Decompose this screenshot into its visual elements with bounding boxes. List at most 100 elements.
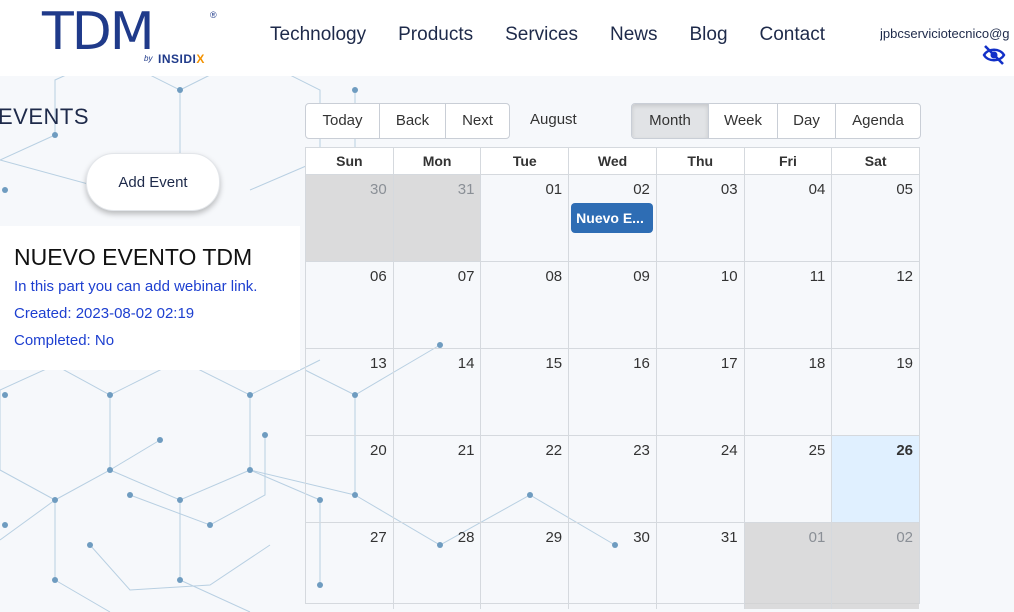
calendar-day-cell[interactable]: 18 — [745, 349, 833, 435]
calendar-day-cell[interactable]: 15 — [481, 349, 570, 435]
day-number[interactable]: 18 — [809, 355, 826, 372]
calendar-day-cell[interactable]: 06 — [306, 262, 394, 348]
user-email[interactable]: jpbcserviciotecnico@g — [880, 26, 1014, 41]
day-number[interactable]: 23 — [633, 442, 650, 459]
day-number[interactable]: 16 — [633, 355, 650, 372]
view-button-group: Month Week Day Agenda — [631, 103, 921, 139]
day-number[interactable]: 29 — [545, 529, 562, 546]
day-number[interactable]: 07 — [458, 268, 475, 285]
tdm-logo[interactable]: TDM ® by INSIDIX — [42, 2, 222, 70]
week-view-button[interactable]: Week — [709, 104, 778, 138]
day-number[interactable]: 27 — [370, 529, 387, 546]
logo-wordmark: TDM — [42, 2, 155, 62]
day-number[interactable]: 09 — [633, 268, 650, 285]
day-view-button[interactable]: Day — [778, 104, 836, 138]
calendar-day-cell[interactable]: 10 — [657, 262, 745, 348]
day-number[interactable]: 04 — [809, 181, 826, 198]
calendar-event[interactable]: Nuevo E... — [571, 203, 654, 233]
calendar-day-cell[interactable]: 20 — [306, 436, 394, 522]
day-number[interactable]: 30 — [370, 181, 387, 198]
logo-insidix: INSIDIX — [158, 52, 205, 66]
calendar-day-cell[interactable]: 21 — [394, 436, 482, 522]
calendar-day-today[interactable]: 26 — [832, 436, 920, 522]
calendar-day-cell[interactable]: 05 — [832, 175, 919, 261]
calendar-day-cell[interactable]: 07 — [394, 262, 482, 348]
calendar-day-cell[interactable]: 17 — [657, 349, 745, 435]
weekday-header-row: Sun Mon Tue Wed Thu Fri Sat — [306, 148, 919, 175]
day-number[interactable]: 20 — [370, 442, 387, 459]
calendar-day-cell[interactable]: 30 — [569, 523, 657, 609]
day-number[interactable]: 13 — [370, 355, 387, 372]
calendar-day-cell[interactable]: 02 — [832, 523, 920, 609]
day-number[interactable]: 19 — [896, 355, 913, 372]
next-button[interactable]: Next — [446, 104, 509, 138]
day-number[interactable]: 08 — [545, 268, 562, 285]
calendar-week-row: 20 21 22 23 24 25 26 — [306, 436, 920, 523]
agenda-view-button[interactable]: Agenda — [836, 104, 920, 138]
day-number[interactable]: 25 — [809, 442, 826, 459]
day-number[interactable]: 22 — [545, 442, 562, 459]
day-number[interactable]: 03 — [721, 181, 738, 198]
day-number[interactable]: 14 — [458, 355, 475, 372]
calendar-grid: 30 31 01 02 Nuevo E... 03 04 05 06 07 08 09 10 11 12 13… — [306, 175, 920, 609]
calendar-day-cell[interactable]: 01 — [744, 523, 833, 609]
nav-contact[interactable]: Contact — [760, 22, 825, 50]
nav-services[interactable]: Services — [505, 22, 578, 50]
calendar-day-cell[interactable]: 13 — [306, 349, 394, 435]
day-number[interactable]: 01 — [545, 181, 562, 198]
day-number[interactable]: 26 — [896, 442, 913, 459]
calendar-day-cell[interactable]: 29 — [481, 523, 570, 609]
calendar-day-cell[interactable]: 25 — [745, 436, 833, 522]
month-view-button[interactable]: Month — [632, 104, 709, 138]
event-description: In this part you can add webinar link. — [14, 278, 258, 295]
nav-blog[interactable]: Blog — [689, 22, 727, 50]
day-number[interactable]: 15 — [545, 355, 562, 372]
weekday-fri: Fri — [745, 148, 833, 174]
calendar-day-cell[interactable]: 11 — [745, 262, 833, 348]
nav-technology[interactable]: Technology — [270, 22, 366, 50]
calendar-day-cell[interactable]: 01 — [481, 175, 570, 261]
calendar-day-cell[interactable]: 14 — [394, 349, 482, 435]
add-event-button[interactable]: Add Event — [86, 153, 220, 211]
day-number[interactable]: 28 — [458, 529, 475, 546]
calendar-day-cell[interactable]: 19 — [832, 349, 919, 435]
calendar-day-cell[interactable]: 03 — [657, 175, 745, 261]
day-number[interactable]: 21 — [458, 442, 475, 459]
nav-products[interactable]: Products — [398, 22, 473, 50]
calendar-day-cell[interactable]: 16 — [569, 349, 657, 435]
calendar-day-cell[interactable]: 31 — [657, 523, 745, 609]
calendar-day-cell[interactable]: 27 — [306, 523, 394, 609]
today-button[interactable]: Today — [306, 104, 380, 138]
day-number[interactable]: 02 — [633, 181, 650, 198]
calendar-day-cell[interactable]: 04 — [745, 175, 833, 261]
day-number[interactable]: 24 — [721, 442, 738, 459]
nav-news[interactable]: News — [610, 22, 658, 50]
nav-button-group: Today Back Next — [305, 103, 510, 139]
calendar-day-cell[interactable]: 08 — [481, 262, 570, 348]
calendar-day-cell[interactable]: 02 Nuevo E... — [569, 175, 657, 261]
day-number[interactable]: 31 — [721, 529, 738, 546]
day-number[interactable]: 05 — [896, 181, 913, 198]
day-number[interactable]: 10 — [721, 268, 738, 285]
logo-insidix-text: INSIDI — [158, 52, 197, 66]
calendar-day-cell[interactable]: 31 — [393, 175, 482, 261]
day-number[interactable]: 17 — [721, 355, 738, 372]
calendar-day-cell[interactable]: 24 — [657, 436, 745, 522]
eye-off-icon[interactable] — [982, 44, 1006, 66]
day-number[interactable]: 11 — [810, 268, 826, 285]
site-header: TDM ® by INSIDIX Technology Products Ser… — [0, 0, 1014, 76]
day-number[interactable]: 30 — [633, 529, 650, 546]
calendar-day-cell[interactable]: 28 — [394, 523, 482, 609]
day-number[interactable]: 31 — [458, 181, 475, 198]
day-number[interactable]: 01 — [809, 529, 826, 546]
back-button[interactable]: Back — [380, 104, 446, 138]
calendar-day-cell[interactable]: 12 — [832, 262, 919, 348]
day-number[interactable]: 12 — [896, 268, 913, 285]
weekday-thu: Thu — [657, 148, 745, 174]
day-number[interactable]: 02 — [896, 529, 913, 546]
day-number[interactable]: 06 — [370, 268, 387, 285]
calendar-day-cell[interactable]: 09 — [569, 262, 657, 348]
calendar-day-cell[interactable]: 30 — [306, 175, 394, 261]
calendar-day-cell[interactable]: 23 — [569, 436, 657, 522]
calendar-day-cell[interactable]: 22 — [481, 436, 570, 522]
